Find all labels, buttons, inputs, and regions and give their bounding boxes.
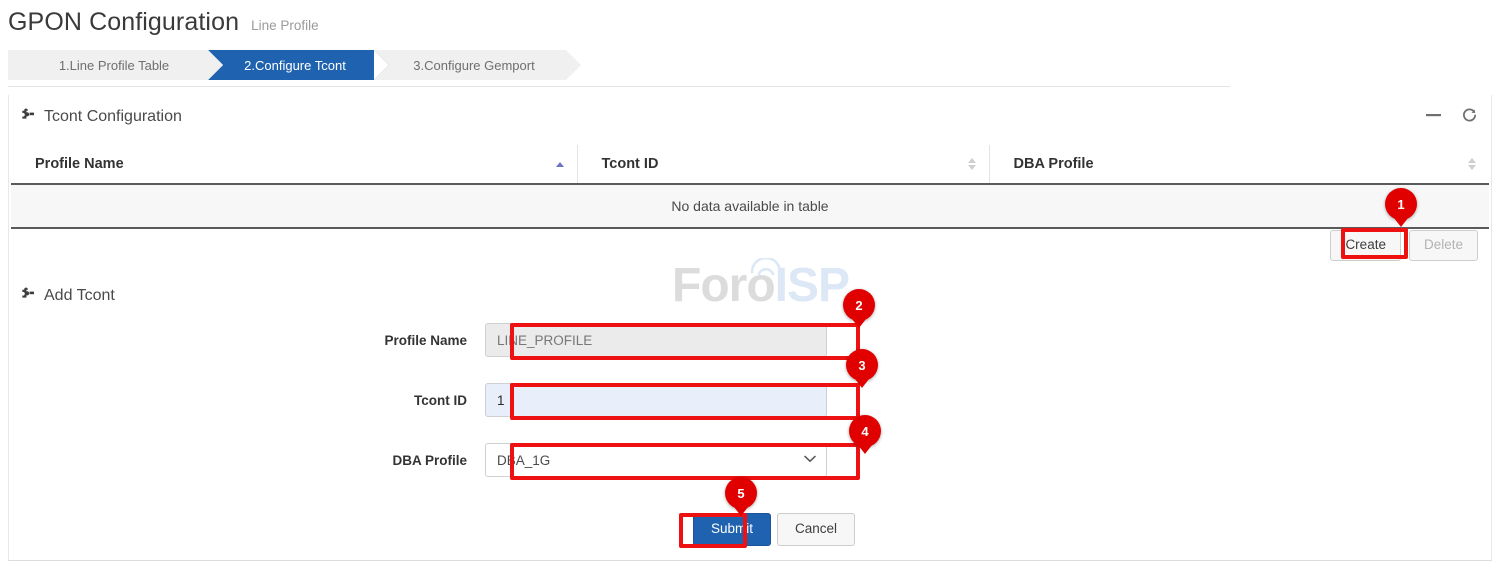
page-subtitle: Line Profile: [251, 18, 319, 33]
step-notch-icon: [374, 50, 389, 80]
gpon-configuration-page: GPON Configuration Line Profile 1.Line P…: [0, 0, 1500, 574]
puzzle-piece-icon: [19, 106, 35, 127]
profile-name-input[interactable]: [485, 323, 827, 357]
add-tcont-form: Profile Name Tcont ID DBA Profile DBA_1G: [9, 323, 1491, 546]
form-row-profile-name: Profile Name: [9, 323, 1491, 357]
sort-down-triangle: [1468, 165, 1476, 170]
puzzle-piece-icon: [19, 285, 35, 306]
wizard-divider: [8, 86, 1230, 87]
form-action-buttons: Submit Cancel: [693, 513, 1491, 546]
tcont-table: Profile Name Tcont ID: [11, 145, 1489, 229]
wizard-step-line-profile-table[interactable]: 1.Line Profile Table: [8, 50, 208, 80]
step-arrow-icon: [566, 50, 581, 80]
delete-button: Delete: [1409, 230, 1478, 261]
wizard-step-label: 2.Configure Tcont: [244, 58, 346, 73]
table-row-empty: No data available in table: [11, 184, 1489, 228]
tcont-id-label: Tcont ID: [9, 393, 485, 408]
column-header-tcont-id[interactable]: Tcont ID: [577, 145, 989, 184]
wizard-step-configure-tcont[interactable]: 2.Configure Tcont: [208, 50, 374, 80]
form-row-tcont-id: Tcont ID: [9, 383, 1491, 417]
column-header-profile-name[interactable]: Profile Name: [11, 145, 577, 184]
table-header-row: Profile Name Tcont ID: [11, 145, 1489, 184]
cancel-button[interactable]: Cancel: [777, 513, 855, 546]
wizard-step-label: 1.Line Profile Table: [59, 58, 169, 73]
column-header-dba-profile[interactable]: DBA Profile: [989, 145, 1489, 184]
column-label: Tcont ID: [602, 156, 659, 172]
sort-up-triangle: [968, 158, 976, 163]
form-row-dba-profile: DBA Profile DBA_1G: [9, 443, 1491, 477]
column-label: DBA Profile: [1014, 156, 1094, 172]
wizard-step-label: 3.Configure Gemport: [413, 58, 534, 73]
add-tcont-header: Add Tcont: [19, 285, 115, 306]
refresh-icon[interactable]: [1461, 107, 1477, 123]
section-title: Tcont Configuration: [44, 108, 182, 126]
dba-profile-select-wrapper: DBA_1G: [485, 443, 827, 477]
minimize-icon[interactable]: [1425, 107, 1441, 123]
dba-profile-label: DBA Profile: [9, 453, 485, 468]
sort-ascending-icon[interactable]: [555, 156, 565, 172]
sort-none-icon[interactable]: [967, 156, 977, 172]
wizard-steps: 1.Line Profile Table 2.Configure Tcont 3…: [8, 50, 1230, 80]
dba-profile-select[interactable]: DBA_1G: [485, 443, 827, 477]
profile-name-label: Profile Name: [9, 333, 485, 348]
sort-down-triangle: [968, 165, 976, 170]
panel-tools: [1425, 107, 1477, 123]
column-label: Profile Name: [35, 156, 124, 172]
tcont-configuration-panel: Tcont Configuration: [8, 95, 1492, 561]
empty-table-message: No data available in table: [11, 184, 1489, 228]
table-action-buttons: Create Delete: [1330, 230, 1478, 261]
sort-up-triangle: [1468, 158, 1476, 163]
create-button[interactable]: Create: [1330, 230, 1401, 261]
page-header: GPON Configuration Line Profile: [8, 8, 319, 37]
page-title: GPON Configuration: [8, 8, 239, 37]
submit-button[interactable]: Submit: [693, 513, 771, 546]
step-arrow-icon: [208, 50, 223, 80]
sort-none-icon[interactable]: [1467, 156, 1477, 172]
tcont-configuration-header: Tcont Configuration: [19, 106, 182, 127]
sort-up-triangle: [556, 162, 564, 167]
tcont-id-input[interactable]: [485, 383, 827, 417]
wizard-step-configure-gemport[interactable]: 3.Configure Gemport: [374, 50, 566, 80]
section-title: Add Tcont: [44, 287, 115, 305]
